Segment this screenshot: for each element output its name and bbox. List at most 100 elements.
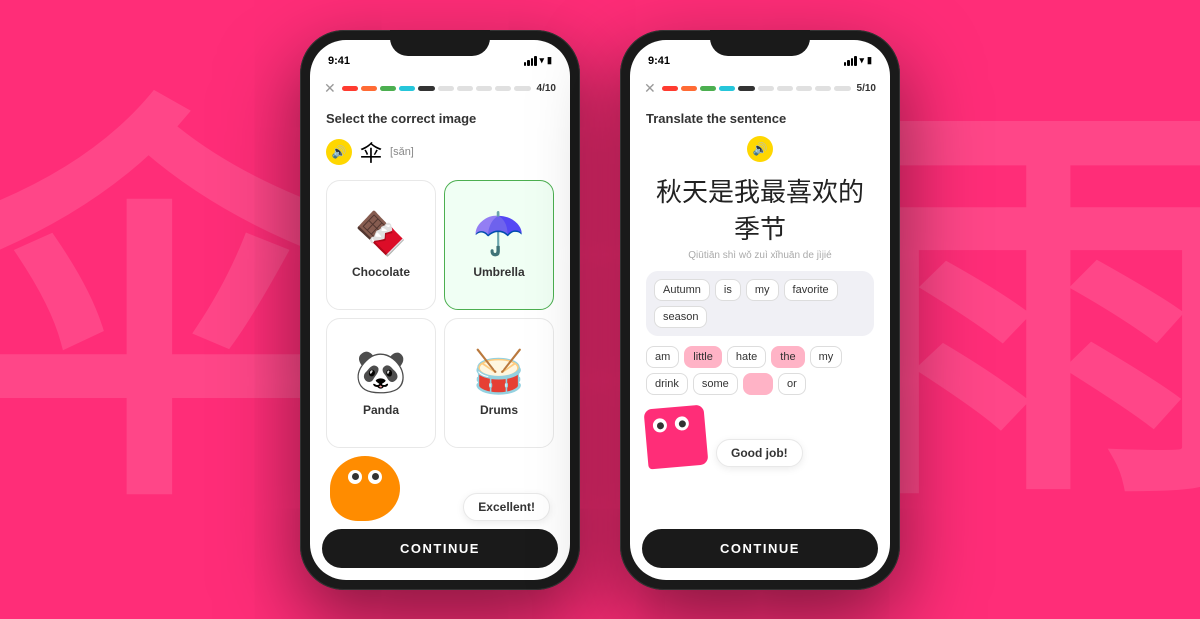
phone2-coin-icon: 🔊 (747, 136, 773, 162)
phone2-dot-3 (700, 86, 716, 91)
phone1-coin-icon: 🔊 (326, 139, 352, 165)
phone1-continue-button[interactable]: CONTINUE (322, 529, 558, 568)
pool-word-hate[interactable]: hate (727, 346, 766, 368)
phone1-blob-eyes (348, 470, 382, 484)
phone1-screen-content: Select the correct image 🔊 伞 [sǎn] 🍫 Cho… (310, 103, 570, 580)
phone1-drums-emoji: 🥁 (473, 348, 525, 397)
phone1-progress-count: 4/10 (537, 83, 556, 94)
phone1-status-icons: ▾ ▮ (524, 55, 552, 66)
phone2-dot-5 (738, 86, 754, 91)
phone2-eye-right (674, 415, 689, 430)
phone1-dot-6 (438, 86, 454, 91)
pool-word-some[interactable]: some (693, 373, 738, 395)
phone1-chocolate-emoji: 🍫 (355, 210, 407, 259)
answer-word-season[interactable]: season (654, 306, 707, 328)
phone1-image-panda[interactable]: 🐼 Panda (326, 318, 436, 448)
phone1-blob-orange (330, 456, 400, 521)
phone1-image-grid: 🍫 Chocolate ☂️ Umbrella 🐼 Panda 🥁 Drums (326, 180, 554, 448)
phone1-dot-4 (399, 86, 415, 91)
phone2-dot-6 (758, 86, 774, 91)
phone2-dot-7 (777, 86, 793, 91)
phone2-chinese-sentence: 秋天是我最喜欢的季节 (646, 172, 874, 246)
phone1-mascot-row: Excellent! (326, 456, 554, 521)
phone2-pupil-left (656, 421, 664, 429)
phone1-notch (390, 30, 490, 56)
phone1-battery-icon: ▮ (547, 55, 552, 66)
phone1-drums-label: Drums (480, 403, 518, 417)
phone-2: 9:41 ▾ ▮ ✕ (620, 30, 900, 590)
phone1-speech-bubble: Excellent! (463, 493, 550, 521)
phone1-dot-3 (380, 86, 396, 91)
pool-word-or[interactable]: or (778, 373, 806, 395)
phone1-eye-right (368, 470, 382, 484)
phone2-battery-icon: ▮ (867, 55, 872, 66)
phone1-pinyin: [sǎn] (390, 146, 414, 158)
phone2-dot-10 (834, 86, 850, 91)
phone2-signal-icon (844, 56, 857, 66)
phone2-question-label: Translate the sentence (646, 111, 874, 126)
pool-word-am[interactable]: am (646, 346, 679, 368)
phone2-time: 9:41 (648, 55, 670, 67)
phone1-dot-9 (495, 86, 511, 91)
phone1-progress-row: ✕ 4/10 (310, 76, 570, 103)
phone2-progress-count: 5/10 (857, 83, 876, 94)
phone2-dots (662, 86, 851, 91)
phone1-dot-8 (476, 86, 492, 91)
phone2-close-button[interactable]: ✕ (644, 80, 656, 97)
phone2-mascot-row: Good job! (646, 407, 874, 467)
phone2-wifi-icon: ▾ (860, 55, 865, 66)
phone1-signal-icon (524, 56, 537, 66)
pool-word-little[interactable]: little (684, 346, 722, 368)
phone2-pupil-right (678, 419, 686, 427)
answer-word-is[interactable]: is (715, 279, 741, 301)
phone1-dot-2 (361, 86, 377, 91)
phone1-dots (342, 86, 531, 91)
phone1-panda-label: Panda (363, 403, 399, 417)
answer-word-my[interactable]: my (746, 279, 779, 301)
phone1-chinese-word: 伞 (360, 136, 382, 168)
phone1-wifi-icon: ▾ (540, 55, 545, 66)
phone1-word-row: 🔊 伞 [sǎn] (326, 136, 554, 168)
phone1-image-umbrella[interactable]: ☂️ Umbrella (444, 180, 554, 310)
phone1-umbrella-label: Umbrella (473, 265, 524, 279)
phone1-eye-left (348, 470, 362, 484)
phone2-word-pool: am little hate the my drink some or (646, 346, 874, 395)
answer-word-autumn[interactable]: Autumn (654, 279, 710, 301)
bg-letter-left: 伞 (0, 100, 350, 520)
phone1-inner: 9:41 ▾ ▮ ✕ (310, 40, 570, 580)
phone2-continue-button[interactable]: CONTINUE (642, 529, 878, 568)
phone2-inner: 9:41 ▾ ▮ ✕ (630, 40, 890, 580)
phone1-image-drums[interactable]: 🥁 Drums (444, 318, 554, 448)
phone1-image-chocolate[interactable]: 🍫 Chocolate (326, 180, 436, 310)
phone2-dot-4 (719, 86, 735, 91)
phone1-panda-emoji: 🐼 (355, 348, 407, 397)
phone2-blob-pink (643, 404, 708, 469)
phone2-dot-8 (796, 86, 812, 91)
pool-word-drink[interactable]: drink (646, 373, 688, 395)
pool-word-the[interactable]: the (771, 346, 804, 368)
answer-word-favorite[interactable]: favorite (784, 279, 838, 301)
phone1-mascot (330, 456, 400, 521)
phone2-dot-2 (681, 86, 697, 91)
phone-1: 9:41 ▾ ▮ ✕ (300, 30, 580, 590)
phone2-status-icons: ▾ ▮ (844, 55, 872, 66)
phone1-pupil-left (352, 473, 359, 480)
pool-word-my[interactable]: my (810, 346, 843, 368)
phone2-blob-eyes (652, 415, 689, 432)
phone1-dot-7 (457, 86, 473, 91)
phone2-mascot (646, 407, 706, 467)
phone2-pinyin-sentence: Qiūtiān shì wǒ zuì xǐhuān de jìjié (646, 250, 874, 261)
phone2-notch (710, 30, 810, 56)
phone2-dot-1 (662, 86, 678, 91)
phone1-pupil-right (372, 473, 379, 480)
phone2-eye-left (652, 417, 667, 432)
phone2-good-job-button[interactable]: Good job! (716, 439, 803, 467)
pool-word-blank1[interactable] (743, 373, 773, 395)
phone2-progress-row: ✕ 5/10 (630, 76, 890, 103)
phones-container: 9:41 ▾ ▮ ✕ (300, 30, 900, 590)
phone2-dot-9 (815, 86, 831, 91)
phone1-time: 9:41 (328, 55, 350, 67)
phone2-answer-area[interactable]: Autumn is my favorite season (646, 271, 874, 336)
phone1-chocolate-label: Chocolate (352, 265, 410, 279)
phone1-close-button[interactable]: ✕ (324, 80, 336, 97)
